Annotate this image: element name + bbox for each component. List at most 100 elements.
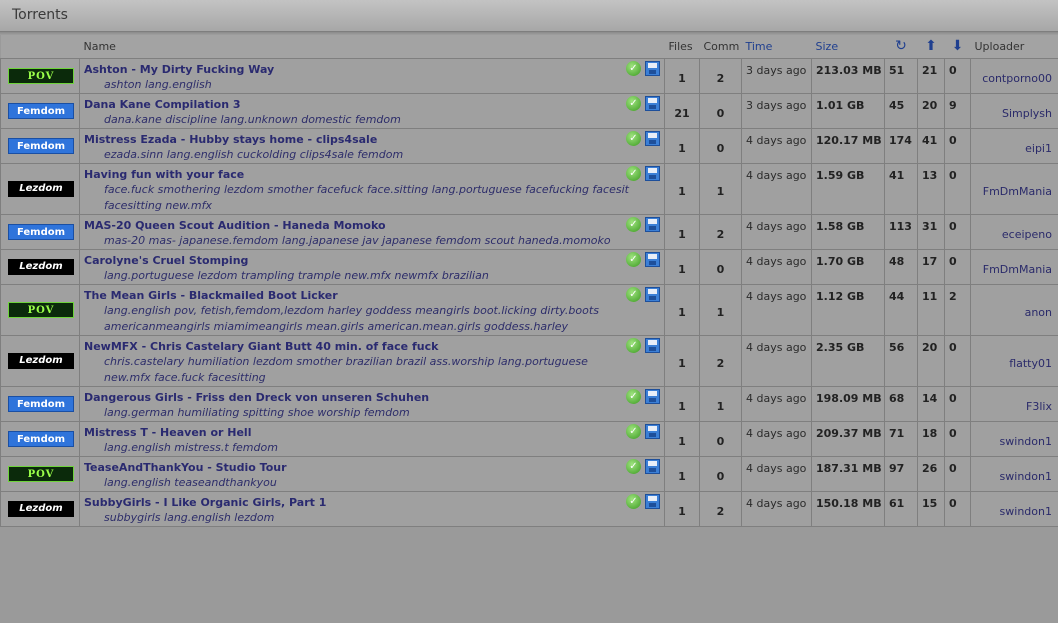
torrent-title-link[interactable]: Mistress Ezada - Hubby stays home - clip… <box>84 133 660 146</box>
download-floppy-icon[interactable] <box>645 458 660 474</box>
download-floppy-icon[interactable] <box>645 95 660 111</box>
category-badge[interactable]: POV <box>8 465 74 482</box>
seeders-count: 21 <box>917 57 945 94</box>
download-floppy-icon[interactable] <box>645 251 660 267</box>
table-row: Lezdom NewMFX - Chris Castelary Giant Bu… <box>0 334 1058 387</box>
time-added: 3 days ago <box>741 57 812 94</box>
torrent-tags: ashton lang.english <box>104 77 212 91</box>
arrow-up-icon: ⬆ <box>925 38 937 55</box>
name-cell: NewMFX - Chris Castelary Giant Butt 40 m… <box>79 334 665 387</box>
uploader-link[interactable]: FmDmMania <box>970 162 1058 215</box>
torrent-tags: lang.english mistress.t femdom <box>104 440 278 454</box>
comments-count[interactable]: 1 <box>699 283 742 336</box>
comments-count[interactable]: 2 <box>699 490 742 527</box>
download-floppy-icon[interactable] <box>645 388 660 404</box>
category-badge[interactable]: Lezdom <box>8 258 74 275</box>
time-header[interactable]: Time <box>741 35 812 58</box>
name-cell: MAS-20 Queen Scout Audition - Haneda Mom… <box>79 213 665 250</box>
torrent-title-link[interactable]: TeaseAndThankYou - Studio Tour <box>84 461 660 474</box>
torrent-title-link[interactable]: Carolyne's Cruel Stomping <box>84 254 660 267</box>
comments-count[interactable]: 0 <box>699 420 742 457</box>
download-floppy-icon[interactable] <box>645 286 660 302</box>
torrent-title-link[interactable]: NewMFX - Chris Castelary Giant Butt 40 m… <box>84 340 660 353</box>
category-header <box>0 35 80 58</box>
category-badge[interactable]: Femdom <box>8 395 74 412</box>
category-badge[interactable]: POV <box>8 67 74 84</box>
uploader-link[interactable]: Simplysh <box>970 92 1058 129</box>
time-added: 4 days ago <box>741 420 812 457</box>
download-floppy-icon[interactable] <box>645 60 660 76</box>
torrent-title-link[interactable]: Mistress T - Heaven or Hell <box>84 426 660 439</box>
comments-count[interactable]: 0 <box>699 92 742 129</box>
comm-header[interactable]: Comm <box>699 35 742 58</box>
torrent-title-link[interactable]: The Mean Girls - Blackmailed Boot Licker <box>84 289 660 302</box>
seeders-header[interactable]: ⬆ <box>917 35 945 58</box>
comments-count[interactable]: 2 <box>699 57 742 94</box>
table-row: Femdom Mistress T - Heaven or Hell lang.… <box>0 420 1058 457</box>
download-floppy-icon[interactable] <box>645 130 660 146</box>
download-floppy-icon[interactable] <box>645 337 660 353</box>
torrent-size: 120.17 MB <box>811 127 885 164</box>
uploader-link[interactable]: eipi1 <box>970 127 1058 164</box>
comments-count[interactable]: 0 <box>699 455 742 492</box>
category-badge[interactable]: Lezdom <box>8 180 74 197</box>
download-floppy-icon[interactable] <box>645 493 660 509</box>
uploader-link[interactable]: eceipeno <box>970 213 1058 250</box>
leechers-count: 9 <box>944 92 971 129</box>
category-badge[interactable]: Lezdom <box>8 500 74 517</box>
category-cell: Lezdom <box>0 248 80 285</box>
refresh-count: 71 <box>884 420 918 457</box>
torrent-tags: ezada.sinn lang.english cuckolding clips… <box>104 147 404 161</box>
category-badge[interactable]: Femdom <box>8 102 74 119</box>
uploader-link[interactable]: anon <box>970 283 1058 336</box>
files-count: 1 <box>664 248 700 285</box>
category-badge[interactable]: Femdom <box>8 430 74 447</box>
seeders-count: 18 <box>917 420 945 457</box>
time-added: 4 days ago <box>741 127 812 164</box>
leechers-header[interactable]: ⬇ <box>944 35 971 58</box>
uploader-link[interactable]: flatty01 <box>970 334 1058 387</box>
refresh-count: 61 <box>884 490 918 527</box>
comments-count[interactable]: 1 <box>699 162 742 215</box>
uploader-header[interactable]: Uploader <box>970 35 1058 58</box>
refresh-count: 51 <box>884 57 918 94</box>
comments-count[interactable]: 0 <box>699 127 742 164</box>
name-cell: Having fun with your face face.fuck smot… <box>79 162 665 215</box>
refresh-header[interactable]: ↻ <box>884 35 918 58</box>
comments-count[interactable]: 1 <box>699 385 742 422</box>
name-cell: TeaseAndThankYou - Studio Tour lang.engl… <box>79 455 665 492</box>
category-badge[interactable]: Lezdom <box>8 352 74 369</box>
uploader-link[interactable]: swindon1 <box>970 420 1058 457</box>
comments-count[interactable]: 2 <box>699 334 742 387</box>
name-header[interactable]: Name <box>79 35 665 58</box>
download-floppy-icon[interactable] <box>645 216 660 232</box>
download-floppy-icon[interactable] <box>645 165 660 181</box>
torrent-tags: lang.english teaseandthankyou <box>104 475 277 489</box>
torrent-title-link[interactable]: Having fun with your face <box>84 168 660 181</box>
size-header[interactable]: Size <box>811 35 885 58</box>
files-header[interactable]: Files <box>664 35 700 58</box>
uploader-link[interactable]: contporno00 <box>970 57 1058 94</box>
row-actions: ✓ <box>626 251 660 267</box>
comments-count[interactable]: 2 <box>699 213 742 250</box>
torrent-title-link[interactable]: Dangerous Girls - Friss den Dreck von un… <box>84 391 660 404</box>
category-cell: POV <box>0 283 80 336</box>
category-badge[interactable]: Femdom <box>8 223 74 240</box>
torrent-title-link[interactable]: Ashton - My Dirty Fucking Way <box>84 63 660 76</box>
category-badge[interactable]: POV <box>8 301 74 318</box>
uploader-link[interactable]: FmDmMania <box>970 248 1058 285</box>
torrent-tags: subbygirls lang.english lezdom <box>104 510 275 524</box>
download-floppy-icon[interactable] <box>645 423 660 439</box>
uploader-link[interactable]: swindon1 <box>970 455 1058 492</box>
torrent-title-link[interactable]: MAS-20 Queen Scout Audition - Haneda Mom… <box>84 219 660 232</box>
uploader-link[interactable]: F3lix <box>970 385 1058 422</box>
comments-count[interactable]: 0 <box>699 248 742 285</box>
torrent-size: 150.18 MB <box>811 490 885 527</box>
torrent-title-link[interactable]: Dana Kane Compilation 3 <box>84 98 660 111</box>
torrent-title-link[interactable]: SubbyGirls - I Like Organic Girls, Part … <box>84 496 660 509</box>
torrent-size: 187.31 MB <box>811 455 885 492</box>
category-cell: Femdom <box>0 213 80 250</box>
category-badge[interactable]: Femdom <box>8 137 74 154</box>
uploader-link[interactable]: swindon1 <box>970 490 1058 527</box>
table-row: Lezdom Having fun with your face face.fu… <box>0 162 1058 215</box>
